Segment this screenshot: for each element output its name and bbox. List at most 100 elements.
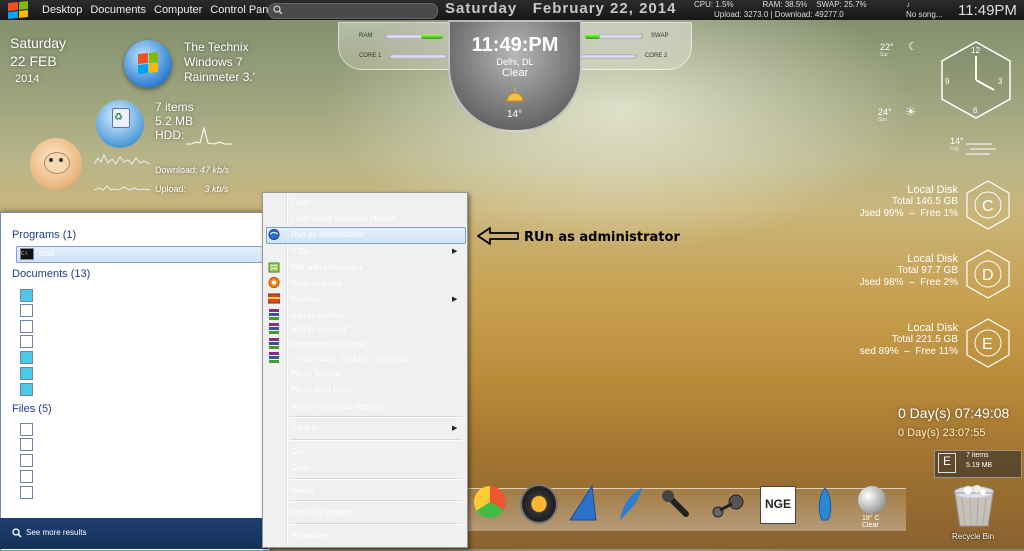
tech-line-3: Rainmeter 3.' — [184, 70, 255, 84]
windows-logo-icon[interactable] — [8, 0, 28, 20]
recycle-orb-icon[interactable]: ♻ — [96, 100, 144, 148]
file-item[interactable]: DefaultGame — [20, 485, 85, 499]
menu-item-pin-taskbar[interactable]: Pin to Taskbar — [291, 369, 342, 378]
mascot-icon[interactable] — [30, 138, 82, 190]
annotation-label: RUn as administrator — [524, 230, 680, 245]
date-year: 2014 — [15, 73, 40, 85]
menu-separator — [290, 478, 462, 480]
weather-moon-icon[interactable] — [858, 486, 886, 514]
document-item[interactable]: cmd — [20, 303, 53, 317]
menu-item-compress-rar-email[interactable]: Compress to "cmd.rar" and email — [291, 354, 408, 363]
menu-item-add-archive[interactable]: Add to archive... — [291, 311, 349, 320]
files-header[interactable]: Files (5) — [12, 403, 52, 415]
document-item[interactable]: shutdown — [20, 350, 72, 364]
tech-line-1: The Technix — [184, 40, 249, 54]
disk-e-icon[interactable]: E — [966, 318, 1010, 368]
document-item[interactable]: killtask — [20, 366, 62, 380]
documents-header[interactable]: Documents (13) — [12, 268, 90, 280]
uptime-primary: 0 Day(s) 07:49:08 — [898, 405, 1010, 421]
menu-separator — [290, 416, 462, 418]
document-item[interactable]: MOHAInput — [20, 334, 80, 348]
nge-app-icon[interactable]: NGE — [760, 486, 796, 524]
bin-stat-items: 7 items — [966, 452, 989, 459]
document-label: emptybutton — [38, 384, 83, 393]
menu-item-cut[interactable]: Cut — [291, 447, 303, 456]
date-day-month: 22 FEB — [10, 53, 57, 69]
download-rate: Download: 47 kb/s — [155, 165, 229, 175]
bin-items: 7 items — [155, 100, 194, 114]
search-input[interactable] — [268, 3, 438, 19]
menu-item-run-as-admin[interactable]: Run as administrator — [291, 230, 365, 239]
menu-item-add-cmd-rar[interactable]: Add to "cmd.rar" — [291, 325, 349, 334]
winrar-icon — [269, 338, 279, 349]
recycle-bin-icon[interactable] — [950, 484, 998, 528]
file-label: DefaultGame — [38, 487, 86, 496]
menu-separator — [290, 523, 462, 525]
menu-item-scan[interactable]: Scan cmd.exe — [291, 279, 342, 288]
document-item[interactable]: shutdown — [20, 288, 72, 302]
menu-item-notepad[interactable]: Edit with Notepad++ — [291, 263, 363, 272]
ram-gauge-label: RAM — [359, 33, 373, 39]
file-item[interactable]: allport — [20, 422, 60, 436]
link-desktop[interactable]: Desktop — [42, 4, 82, 16]
programs-header[interactable]: Programs (1) — [12, 229, 76, 241]
core2-gauge — [579, 54, 637, 59]
link-documents[interactable]: Documents — [90, 4, 146, 16]
feather-app-icon[interactable] — [616, 486, 646, 522]
winrar-icon — [269, 309, 279, 320]
menu-item-delete[interactable]: Delete — [291, 486, 314, 495]
menu-item-open-file-location[interactable]: Open file location — [291, 508, 353, 517]
menu-item-7zip[interactable]: 7-Zip — [291, 247, 309, 256]
program-item-cmd[interactable]: C:\ cmd — [20, 247, 54, 261]
upload-value: 3 kb/s — [204, 184, 229, 194]
chrome-icon[interactable] — [474, 486, 506, 518]
weather-label-3: Fog — [950, 146, 959, 152]
see-more-results-link[interactable]: See more results — [26, 528, 86, 537]
song-title: No song... — [906, 10, 943, 19]
download-total: Download: 49277.0 — [774, 10, 844, 19]
menu-item-pin-start[interactable]: Pin to Start Menu — [291, 385, 353, 394]
bin-stats: 7 items 5.19 MB — [966, 451, 992, 471]
document-item[interactable]: emptybutton — [20, 382, 82, 396]
disk-d-used: Jsed 98% — [859, 277, 904, 288]
file-item[interactable]: DefaultWeaponTuning — [20, 453, 117, 467]
day-name: Saturday — [10, 35, 67, 51]
disk-d-icon[interactable]: D — [966, 249, 1010, 299]
top-date: Saturday February 22, 2014 — [445, 0, 677, 17]
menu-item-freearc[interactable]: FreeArc — [291, 295, 319, 304]
menu-item-compress-email[interactable]: Compress and email... — [291, 340, 371, 349]
menu-item-restore-versions[interactable]: Restore previous versions — [291, 402, 383, 411]
annotation-arrow-icon — [477, 227, 519, 245]
link-control-panel[interactable]: Control Panel — [210, 4, 277, 16]
bin-drive-letter: E — [938, 453, 956, 473]
clock-3: 3 — [998, 77, 1003, 86]
rocket-icon[interactable] — [812, 486, 838, 524]
dock-weather: 18° C Clear — [862, 515, 880, 529]
menu-item-open-resource-hacker[interactable]: Open using Resource Hacker — [291, 214, 396, 223]
disk-c-letter: C — [982, 198, 994, 215]
shark-app-icon[interactable] — [566, 484, 602, 522]
winamp-icon[interactable] — [520, 484, 558, 524]
core2-label: CORE 2 — [645, 53, 668, 59]
file-icon — [20, 453, 33, 467]
file-icon — [20, 303, 33, 317]
file-item[interactable]: DefaultInput — [20, 469, 81, 483]
menu-item-properties[interactable]: Properties — [291, 531, 327, 540]
submenu-arrow-icon: ▶ — [452, 248, 458, 255]
menu-item-open[interactable]: Open — [291, 198, 311, 207]
steam-icon[interactable] — [710, 492, 746, 518]
disk-c-icon[interactable]: C — [966, 180, 1010, 230]
document-item[interactable]: SRGame — [20, 319, 71, 333]
file-icon — [20, 422, 33, 436]
menu-item-copy[interactable]: Copy — [291, 463, 310, 472]
sunny-icon — [506, 88, 524, 102]
document-label: shutdown — [38, 352, 73, 361]
link-computer[interactable]: Computer — [154, 4, 202, 16]
weather-temp-3: 14° — [950, 136, 964, 146]
dock-app-icon[interactable] — [660, 488, 694, 520]
bin-stat-size: 5.19 MB — [966, 462, 993, 469]
file-item[interactable]: DefaultWeapon — [20, 437, 93, 451]
windows-orb-icon[interactable] — [124, 40, 172, 88]
menu-item-send-to[interactable]: Send to — [291, 424, 319, 433]
disk-c-title: Local Disk — [907, 184, 958, 196]
